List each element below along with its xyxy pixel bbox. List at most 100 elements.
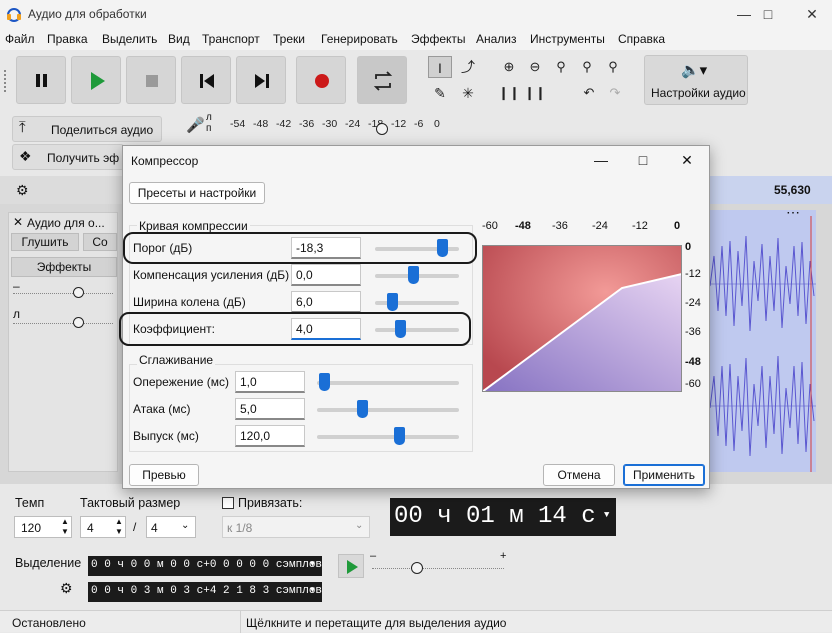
dialog-maximize-button[interactable]: □	[623, 147, 663, 173]
stepper-down-icon[interactable]: ▼	[61, 527, 69, 536]
play-at-speed-button[interactable]	[338, 554, 364, 578]
audio-settings-button[interactable]: 🔈▾ Настройки аудио	[644, 55, 748, 105]
smoothing-section-label: Сглаживание	[137, 353, 216, 367]
track-name[interactable]: Аудио для о...	[27, 216, 105, 230]
zoom-in-button[interactable]: ⊕	[497, 56, 521, 78]
zoom-toggle-button[interactable]: ⚲	[601, 56, 625, 78]
get-effects-button[interactable]: ❖ Получить эф	[12, 144, 124, 170]
graph-x-tick: -48	[515, 220, 531, 232]
trim-icon: ❙❙	[498, 85, 520, 100]
attack-input[interactable]: 5,0	[235, 398, 305, 420]
multi-tool-button[interactable]: ✳	[456, 82, 480, 104]
undo-button[interactable]: ↶	[577, 82, 601, 104]
play-button[interactable]	[71, 56, 121, 104]
snap-select[interactable]: к 1/8 ⌄	[222, 516, 370, 538]
meter-tick: -48	[253, 118, 269, 130]
graph-y-tick: -24	[685, 297, 701, 309]
close-track-icon[interactable]: ✕	[13, 215, 23, 229]
gear-icon[interactable]: ⚙	[60, 580, 73, 597]
menu-transport[interactable]: Транспорт	[202, 32, 260, 46]
menu-generate[interactable]: Генерировать	[321, 32, 398, 46]
menu-tools[interactable]: Инструменты	[530, 32, 605, 46]
menu-select[interactable]: Выделить	[102, 32, 157, 46]
zoom-out-button[interactable]: ⊖	[523, 56, 547, 78]
record-button[interactable]	[296, 56, 346, 104]
lookahead-input[interactable]: 1,0	[235, 371, 305, 393]
menu-tracks[interactable]: Треки	[273, 32, 305, 46]
dialog-close-button[interactable]: ✕	[667, 147, 707, 173]
effects-button[interactable]: Эффекты	[11, 257, 117, 277]
loop-button[interactable]	[357, 56, 407, 104]
preview-button[interactable]: Превью	[129, 464, 199, 486]
meter-level-slider[interactable]	[376, 123, 388, 135]
toolbar-grip[interactable]	[4, 70, 8, 92]
meter-tick: -6	[414, 118, 424, 130]
menu-view[interactable]: Вид	[168, 32, 190, 46]
chevron-down-icon[interactable]: ▼	[310, 586, 315, 595]
dialog-minimize-button[interactable]: —	[581, 147, 621, 173]
microphone-icon[interactable]: 🎤	[186, 116, 205, 134]
menu-file[interactable]: Файл	[5, 32, 35, 46]
chevron-down-icon[interactable]: ▼	[604, 510, 609, 520]
stepper-up-icon[interactable]: ▲	[61, 517, 69, 526]
status-bar: Остановлено Щёлкните и перетащите для вы…	[0, 610, 832, 633]
envelope-tool-button[interactable]: ⤴	[456, 56, 480, 78]
stepper-up-icon[interactable]: ▲	[115, 517, 123, 526]
pan-slider[interactable]	[73, 317, 84, 328]
apply-button[interactable]: Применить	[623, 464, 705, 486]
time-display[interactable]: 00 ч 01 м 14 с ▼	[390, 498, 616, 536]
effects-label: Эффекты	[36, 260, 92, 274]
redo-button[interactable]: ↷	[603, 82, 627, 104]
knee-width-slider[interactable]	[386, 293, 398, 311]
undo-icon: ↶	[583, 85, 595, 100]
gear-icon[interactable]: ⚙	[16, 182, 29, 199]
meter-tick: -24	[345, 118, 361, 130]
mute-button[interactable]: Глушить	[11, 233, 79, 251]
timesig-numerator-input[interactable]: 4 ▲ ▼	[80, 516, 126, 538]
ratio-input[interactable]: 4,0	[291, 318, 361, 340]
lookahead-slider[interactable]	[319, 373, 331, 391]
menu-edit[interactable]: Правка	[47, 32, 88, 46]
menu-analyze[interactable]: Анализ	[476, 32, 517, 46]
gain-slider[interactable]	[73, 287, 84, 298]
close-window-button[interactable]: ✕	[792, 0, 832, 28]
ruler-selection	[710, 176, 832, 204]
cancel-button[interactable]: Отмена	[543, 464, 615, 486]
silence-button[interactable]: ❙❙	[523, 82, 547, 104]
share-audio-button[interactable]: ⤒ Поделиться аудио	[12, 116, 162, 142]
makeup-gain-input[interactable]: 0,0	[291, 264, 361, 286]
attack-slider[interactable]	[357, 400, 369, 418]
fit-selection-button[interactable]: ⚲	[549, 56, 573, 78]
snap-label: Привязать:	[238, 496, 303, 510]
tempo-input[interactable]: 120 ▲ ▼	[14, 516, 72, 538]
stepper-down-icon[interactable]: ▼	[115, 527, 123, 536]
ratio-slider[interactable]	[395, 320, 407, 338]
knee-width-input[interactable]: 6,0	[291, 291, 361, 313]
selection-start-display[interactable]: 0 0 ч 0 0 м 0 0 с+0 0 0 0 0 сэмплов ▼	[88, 556, 322, 576]
draw-tool-button[interactable]: ✎	[428, 82, 452, 104]
trim-button[interactable]: ❙❙	[497, 82, 521, 104]
solo-button[interactable]: Со	[83, 233, 117, 251]
release-input[interactable]: 120,0	[235, 425, 305, 447]
waveform-area[interactable]: ⋯	[710, 204, 816, 472]
fit-project-button[interactable]: ⚲	[575, 56, 599, 78]
chevron-down-icon[interactable]: ▼	[310, 560, 315, 569]
selection-end-display[interactable]: 0 0 ч 0 3 м 0 3 с+4 2 1 8 3 сэмплов ▼	[88, 582, 322, 602]
presets-button[interactable]: Пресеты и настройки	[129, 182, 265, 204]
makeup-gain-slider[interactable]	[407, 266, 419, 284]
skip-end-button[interactable]	[236, 56, 286, 104]
maximize-button[interactable]: □	[748, 0, 788, 28]
speed-slider[interactable]	[411, 562, 423, 574]
selection-tool-button[interactable]: I	[428, 56, 452, 78]
timesig-denominator-select[interactable]: 4 ⌄	[146, 516, 196, 538]
pause-button[interactable]	[16, 56, 66, 104]
threshold-input[interactable]: -18,3	[291, 237, 361, 259]
menu-help[interactable]: Справка	[618, 32, 665, 46]
graph-x-tick: -36	[552, 220, 568, 232]
snap-checkbox[interactable]	[222, 497, 234, 509]
skip-start-button[interactable]	[181, 56, 231, 104]
threshold-slider[interactable]	[437, 239, 449, 257]
menu-effects[interactable]: Эффекты	[411, 32, 466, 46]
release-slider[interactable]	[394, 427, 406, 445]
stop-button[interactable]	[126, 56, 176, 104]
